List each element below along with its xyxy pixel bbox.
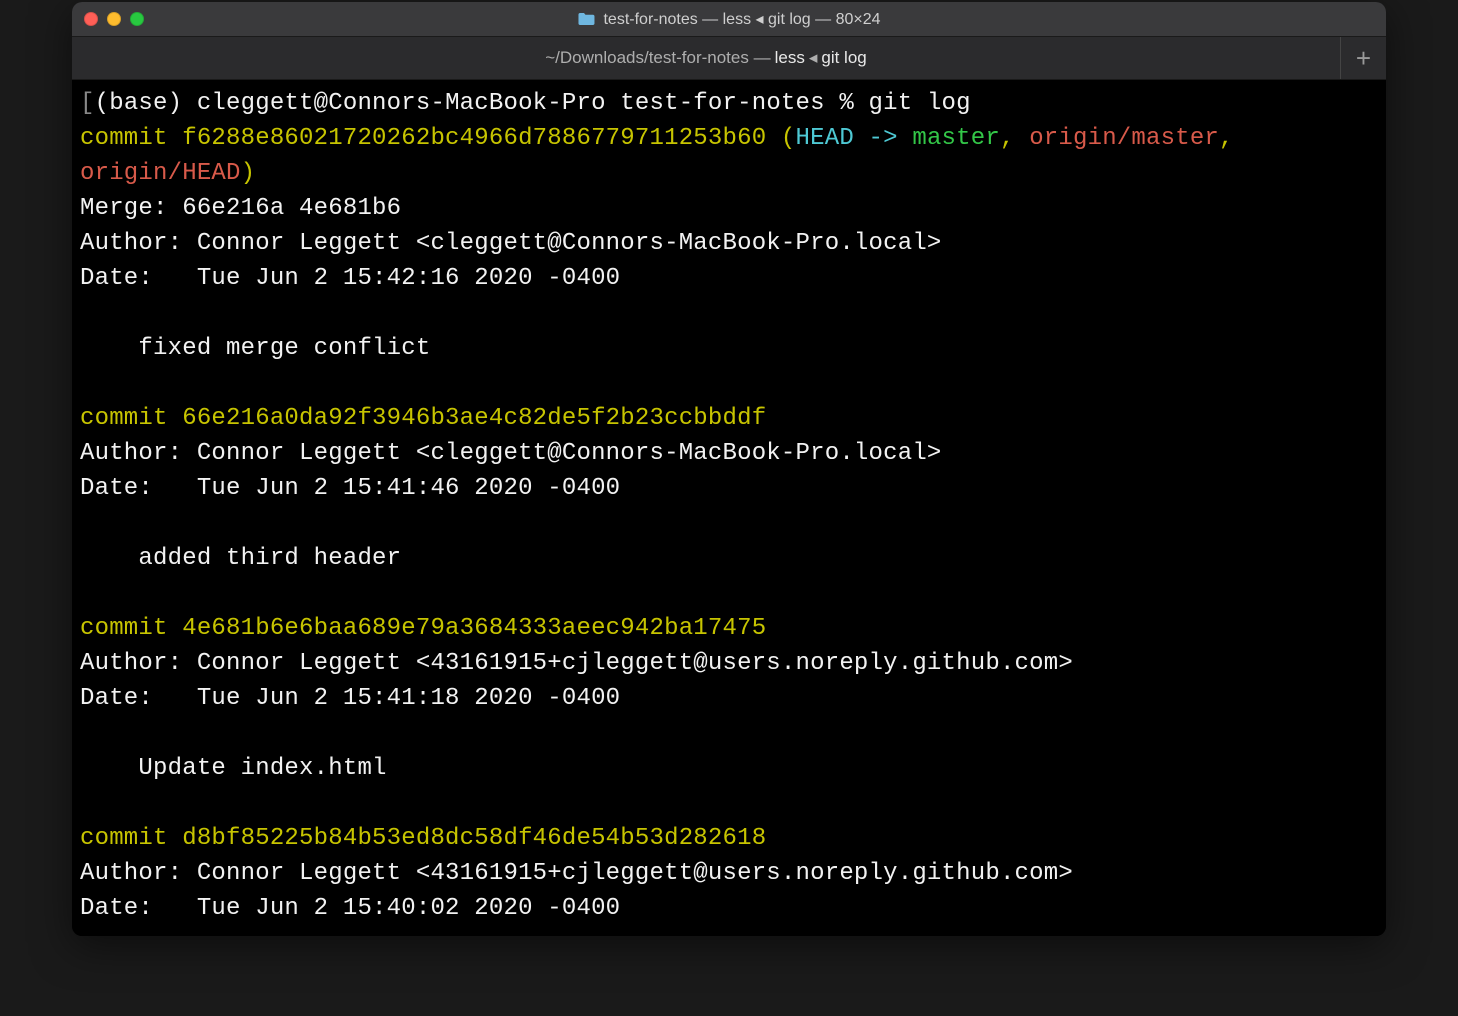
commit-1-message: fixed merge conflict <box>80 335 430 362</box>
titlebar[interactable]: test-for-notes — less ◂ git log — 80×24 <box>72 2 1386 36</box>
new-tab-button[interactable]: + <box>1340 37 1386 79</box>
commit-1-master-ref: master <box>912 125 1000 152</box>
zoom-button[interactable] <box>130 12 144 26</box>
commit-1-origin-master: origin/master <box>1029 125 1219 152</box>
commit-1-head-ref: HEAD -> <box>796 125 913 152</box>
tab-bar: ~/Downloads/test-for-notes — less ◂ git … <box>72 36 1386 80</box>
commit-3-hash: commit 4e681b6e6baa689e79a3684333aeec942… <box>80 615 766 642</box>
commit-4-date: Date: Tue Jun 2 15:40:02 2020 -0400 <box>80 895 620 922</box>
commit-1-sep-1: , <box>1000 125 1029 152</box>
commit-2-date: Date: Tue Jun 2 15:41:46 2020 -0400 <box>80 475 620 502</box>
commit-3-message: Update index.html <box>80 755 387 782</box>
minimize-button[interactable] <box>107 12 121 26</box>
commit-3-date: Date: Tue Jun 2 15:41:18 2020 -0400 <box>80 685 620 712</box>
commit-1-close-paren: ) <box>241 160 256 187</box>
window-title-text: test-for-notes — less ◂ git log — 80×24 <box>603 9 880 29</box>
tab-path: ~/Downloads/test-for-notes — <box>545 48 770 68</box>
window-title: test-for-notes — less ◂ git log — 80×24 <box>577 9 880 29</box>
close-button[interactable] <box>84 12 98 26</box>
commit-1-sep-2: , <box>1219 125 1248 152</box>
tab-current[interactable]: ~/Downloads/test-for-notes — less ◂ git … <box>72 37 1340 79</box>
prompt-line: (base) cleggett@Connors-MacBook-Pro test… <box>95 90 971 117</box>
commit-3-author: Author: Connor Leggett <43161915+cjlegge… <box>80 650 1073 677</box>
terminal-output[interactable]: [(base) cleggett@Connors-MacBook-Pro tes… <box>72 80 1386 936</box>
commit-1-merge: Merge: 66e216a 4e681b6 <box>80 195 401 222</box>
folder-icon <box>577 12 595 26</box>
commit-1-hash: commit f6288e86021720262bc4966d788677971… <box>80 125 796 152</box>
commit-2-hash: commit 66e216a0da92f3946b3ae4c82de5f2b23… <box>80 405 766 432</box>
commit-2-message: added third header <box>80 545 401 572</box>
commit-4-author: Author: Connor Leggett <43161915+cjlegge… <box>80 860 1073 887</box>
commit-1-date: Date: Tue Jun 2 15:42:16 2020 -0400 <box>80 265 620 292</box>
window-controls <box>84 12 144 26</box>
tab-process-2: git log <box>821 48 866 68</box>
commit-1-origin-head: origin/HEAD <box>80 160 241 187</box>
commit-2-author: Author: Connor Leggett <cleggett@Connors… <box>80 440 942 467</box>
prompt-bracket-open: [ <box>80 90 95 117</box>
commit-4-hash: commit d8bf85225b84b53ed8dc58df46de54b53… <box>80 825 766 852</box>
tab-process-1: less <box>775 48 805 68</box>
commit-1-author: Author: Connor Leggett <cleggett@Connors… <box>80 230 942 257</box>
terminal-window: test-for-notes — less ◂ git log — 80×24 … <box>72 2 1386 936</box>
tab-sep: ◂ <box>809 48 818 68</box>
